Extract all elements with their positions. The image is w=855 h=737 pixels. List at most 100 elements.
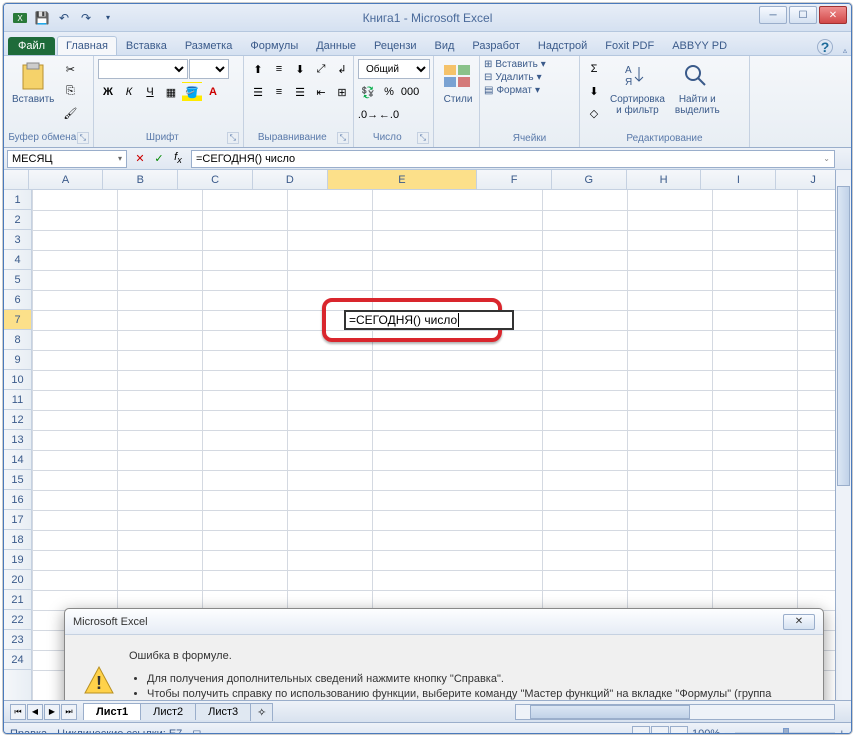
col-header-H[interactable]: H [627, 170, 702, 189]
clipboard-launcher[interactable]: ⤡ [77, 132, 89, 144]
hscroll-thumb[interactable] [530, 705, 690, 719]
qat-dropdown-icon[interactable]: ▾ [98, 8, 118, 28]
vscroll-thumb[interactable] [837, 186, 850, 486]
tab-addins[interactable]: Надстрой [529, 36, 596, 55]
row-header-12[interactable]: 12 [4, 410, 31, 430]
row-header-16[interactable]: 16 [4, 490, 31, 510]
select-all-corner[interactable] [4, 170, 29, 189]
tab-review[interactable]: Рецензи [365, 36, 426, 55]
close-button[interactable]: ✕ [819, 6, 847, 24]
row-header-5[interactable]: 5 [4, 270, 31, 290]
undo-icon[interactable]: ↶ [54, 8, 74, 28]
font-color-icon[interactable]: A [203, 82, 223, 102]
row-header-20[interactable]: 20 [4, 570, 31, 590]
worksheet-grid[interactable]: A B C D E F G H I J 12345678910111213141… [4, 170, 851, 700]
comma-icon[interactable]: 000 [400, 82, 420, 102]
align-right-icon[interactable]: ☰ [290, 82, 310, 102]
row-header-22[interactable]: 22 [4, 610, 31, 630]
minimize-button[interactable]: ─ [759, 6, 787, 24]
clear-icon[interactable]: ◇ [584, 103, 604, 123]
col-header-I[interactable]: I [701, 170, 776, 189]
tab-developer[interactable]: Разработ [463, 36, 528, 55]
row-header-8[interactable]: 8 [4, 330, 31, 350]
cancel-formula-icon[interactable]: ✕ [131, 150, 149, 168]
format-painter-icon[interactable]: 🖌 [60, 103, 80, 123]
align-middle-icon[interactable]: ≡ [269, 59, 289, 79]
italic-icon[interactable]: К [119, 82, 139, 102]
row-header-4[interactable]: 4 [4, 250, 31, 270]
row-header-14[interactable]: 14 [4, 450, 31, 470]
formula-expand-icon[interactable]: ⌄ [823, 154, 830, 163]
sheet-tab-1[interactable]: Лист1 [83, 703, 141, 720]
col-header-G[interactable]: G [552, 170, 627, 189]
tab-data[interactable]: Данные [307, 36, 365, 55]
cells-format-button[interactable]: ▤Формат ▾ [484, 85, 540, 96]
tab-foxit[interactable]: Foxit PDF [596, 36, 663, 55]
row-header-7[interactable]: 7 [4, 310, 31, 330]
row-header-9[interactable]: 9 [4, 350, 31, 370]
col-header-A[interactable]: A [29, 170, 104, 189]
merge-icon[interactable]: ⊞ [332, 82, 352, 102]
autosum-icon[interactable]: Σ [584, 59, 604, 79]
row-header-18[interactable]: 18 [4, 530, 31, 550]
view-layout-icon[interactable] [651, 726, 669, 735]
horizontal-scrollbar[interactable] [515, 704, 835, 720]
col-header-F[interactable]: F [477, 170, 552, 189]
find-select-button[interactable]: Найти и выделить [671, 59, 724, 118]
wrap-text-icon[interactable]: ↲ [332, 59, 352, 79]
font-launcher[interactable]: ⤡ [227, 132, 239, 144]
tab-abbyy[interactable]: ABBYY PD [663, 36, 736, 55]
zoom-thumb[interactable] [783, 728, 789, 735]
row-header-10[interactable]: 10 [4, 370, 31, 390]
col-header-C[interactable]: C [178, 170, 253, 189]
row-header-1[interactable]: 1 [4, 190, 31, 210]
formula-bar[interactable]: =СЕГОДНЯ() число⌄ [191, 150, 835, 168]
fill-color-icon[interactable]: 🪣 [182, 82, 202, 102]
increase-decimal-icon[interactable]: .0→ [358, 105, 378, 125]
sheet-nav-prev[interactable]: ◀ [27, 704, 43, 720]
row-header-17[interactable]: 17 [4, 510, 31, 530]
macro-record-icon[interactable]: ◻ [192, 727, 201, 734]
cells-insert-button[interactable]: ⊞Вставить ▾ [484, 59, 546, 70]
bold-icon[interactable]: Ж [98, 82, 118, 102]
row-header-21[interactable]: 21 [4, 590, 31, 610]
row-header-6[interactable]: 6 [4, 290, 31, 310]
view-pagebreak-icon[interactable] [670, 726, 688, 735]
sheet-nav-first[interactable]: ⏮ [10, 704, 26, 720]
tab-formulas[interactable]: Формулы [241, 36, 307, 55]
paste-button[interactable]: Вставить [8, 59, 58, 107]
zoom-slider[interactable] [735, 732, 835, 735]
row-header-2[interactable]: 2 [4, 210, 31, 230]
maximize-button[interactable]: ☐ [789, 6, 817, 24]
sheet-tab-2[interactable]: Лист2 [140, 703, 196, 720]
font-family-select[interactable] [98, 59, 188, 79]
zoom-out-icon[interactable]: − [724, 728, 730, 735]
styles-button[interactable]: Стили [438, 59, 478, 107]
active-cell-E7[interactable]: =СЕГОДНЯ() число [344, 310, 514, 330]
align-top-icon[interactable]: ⬆ [248, 59, 268, 79]
tab-insert[interactable]: Вставка [117, 36, 176, 55]
namebox-dropdown-icon[interactable]: ▾ [118, 154, 122, 163]
tab-view[interactable]: Вид [426, 36, 464, 55]
col-header-B[interactable]: B [103, 170, 178, 189]
currency-icon[interactable]: 💱 [358, 82, 378, 102]
excel-icon[interactable]: X [10, 8, 30, 28]
row-header-13[interactable]: 13 [4, 430, 31, 450]
save-icon[interactable]: 💾 [32, 8, 52, 28]
row-header-11[interactable]: 11 [4, 390, 31, 410]
row-header-23[interactable]: 23 [4, 630, 31, 650]
border-icon[interactable]: ▦ [161, 82, 181, 102]
number-launcher[interactable]: ⤡ [417, 132, 429, 144]
cut-icon[interactable]: ✂ [60, 59, 80, 79]
decrease-decimal-icon[interactable]: ←.0 [379, 105, 399, 125]
percent-icon[interactable]: % [379, 82, 399, 102]
dialog-close-button[interactable]: ✕ [783, 614, 815, 630]
cells-delete-button[interactable]: ⊟Удалить ▾ [484, 72, 542, 83]
fx-icon[interactable]: fx [169, 150, 187, 168]
zoom-level[interactable]: 100% [692, 728, 720, 735]
number-format-select[interactable]: Общий [358, 59, 430, 79]
row-header-19[interactable]: 19 [4, 550, 31, 570]
enter-formula-icon[interactable]: ✓ [150, 150, 168, 168]
sort-filter-button[interactable]: AЯ Сортировка и фильтр [606, 59, 669, 118]
orientation-icon[interactable]: ⤢ [311, 59, 331, 79]
